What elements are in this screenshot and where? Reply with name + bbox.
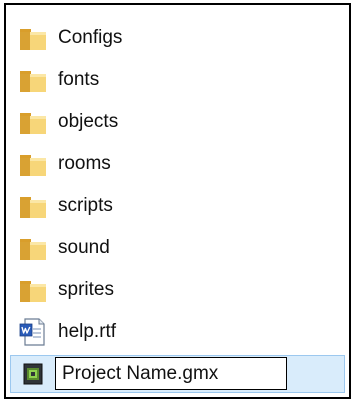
word-document-icon	[18, 318, 48, 346]
list-item-scripts[interactable]: scripts	[6, 185, 349, 227]
list-item-rooms[interactable]: rooms	[6, 143, 349, 185]
folder-icon	[18, 276, 48, 304]
folder-icon	[18, 234, 48, 262]
list-item-project-renaming[interactable]	[6, 353, 349, 395]
item-label: scripts	[58, 195, 113, 216]
file-list: Configs fonts objects rooms scripts soun…	[6, 17, 349, 395]
item-label: objects	[58, 111, 119, 132]
item-label: rooms	[58, 153, 111, 174]
item-label: sprites	[58, 279, 114, 300]
item-label: sound	[58, 237, 110, 258]
list-item-objects[interactable]: objects	[6, 101, 349, 143]
list-item-help-rtf[interactable]: help.rtf	[6, 311, 349, 353]
folder-icon	[18, 192, 48, 220]
item-label: Configs	[58, 27, 123, 48]
folder-icon	[18, 66, 48, 94]
item-label: fonts	[58, 69, 100, 90]
gamemaker-project-icon	[18, 360, 48, 388]
folder-icon	[18, 108, 48, 136]
item-label: help.rtf	[58, 321, 117, 342]
file-list-panel: Configs fonts objects rooms scripts soun…	[4, 3, 351, 399]
list-item-sprites[interactable]: sprites	[6, 269, 349, 311]
list-item-configs[interactable]: Configs	[6, 17, 349, 59]
folder-icon	[18, 150, 48, 178]
list-item-sound[interactable]: sound	[6, 227, 349, 269]
list-item-fonts[interactable]: fonts	[6, 59, 349, 101]
folder-icon	[18, 24, 48, 52]
rename-input[interactable]	[55, 357, 287, 390]
